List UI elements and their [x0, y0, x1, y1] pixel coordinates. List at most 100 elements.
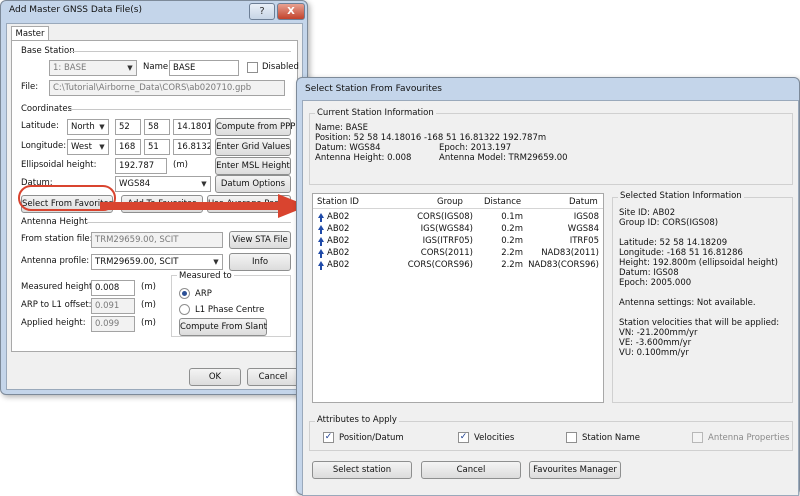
cell-datum: ITRF05	[569, 236, 599, 246]
datum-select[interactable]: WGS84 ▼	[115, 176, 211, 192]
table-row[interactable]: AB02 CORS(2011) 2.2m NAD83(2011)	[313, 247, 603, 259]
column-station-id[interactable]: Station ID	[317, 197, 359, 207]
l1-phase-centre-label: L1 Phase Centre	[195, 305, 265, 315]
table-row[interactable]: AB02 CORS(IGS08) 0.1m IGS08	[313, 211, 603, 223]
arp-to-l1-unit: (m)	[141, 300, 156, 310]
current-datum: Datum: WGS84	[315, 143, 381, 153]
current-antenna-height: Antenna Height: 0.008	[315, 153, 412, 163]
selected-datum: Datum: IGS08	[619, 268, 679, 278]
longitude-seconds-field[interactable]: 16.81322	[173, 139, 211, 155]
measured-to-label: Measured to	[177, 271, 234, 281]
chevron-down-icon: ▼	[99, 143, 105, 151]
disabled-checkbox[interactable]	[247, 62, 258, 73]
column-group[interactable]: Group	[437, 197, 463, 207]
tab-master[interactable]: Master	[11, 26, 49, 41]
table-row[interactable]: AB02 CORS(CORS96) 2.2m NAD83(CORS96)	[313, 259, 603, 271]
disabled-label: Disabled	[262, 62, 299, 72]
view-sta-file-button[interactable]: View STA File	[229, 231, 291, 249]
table-row[interactable]: AB02 IGS(ITRF05) 0.2m ITRF05	[313, 235, 603, 247]
latitude-seconds-field[interactable]: 14.18016	[173, 119, 211, 135]
cell-group: CORS(CORS96)	[407, 260, 473, 270]
measured-height-label: Measured height:	[21, 282, 96, 292]
column-datum[interactable]: Datum	[569, 197, 598, 207]
arp-radio[interactable]	[179, 288, 190, 299]
cell-group: CORS(2011)	[420, 248, 473, 258]
coordinates-divider	[69, 109, 291, 110]
longitude-label: Longitude:	[21, 141, 67, 151]
measured-height-unit: (m)	[141, 282, 156, 292]
velocities-checkbox[interactable]: ✓	[458, 432, 469, 443]
antenna-properties-label: Antenna Properties	[708, 433, 790, 443]
chevron-down-icon: ▼	[127, 64, 133, 72]
antenna-properties-checkbox[interactable]	[692, 432, 703, 443]
datum-options-button[interactable]: Datum Options	[215, 175, 291, 193]
longitude-degrees-field[interactable]: 168	[115, 139, 141, 155]
cancel-button[interactable]: Cancel	[247, 368, 299, 386]
applied-height-field[interactable]: 0.099	[91, 316, 135, 332]
cell-datum: NAD83(CORS96)	[528, 260, 599, 270]
l1-phase-centre-radio[interactable]	[179, 304, 190, 315]
coordinates-label: Coordinates	[21, 104, 73, 114]
favourites-manager-button[interactable]: Favourites Manager	[529, 461, 621, 479]
longitude-minutes-field[interactable]: 51	[144, 139, 170, 155]
cell-group: IGS(WGS84)	[420, 224, 473, 234]
from-station-file-field[interactable]: TRM29659.00, SCIT	[91, 232, 223, 248]
station-select[interactable]: 1: BASE ▼	[49, 60, 137, 76]
measured-height-field[interactable]: 0.008	[91, 280, 135, 296]
antenna-profile-label: Antenna profile:	[21, 256, 90, 266]
current-epoch: Epoch: 2013.197	[439, 143, 512, 153]
cell-station-id: AB02	[327, 260, 350, 270]
latitude-minutes-field[interactable]: 58	[144, 119, 170, 135]
latitude-hemisphere-select[interactable]: North ▼	[67, 119, 109, 135]
cell-distance: 0.2m	[501, 224, 523, 234]
latitude-degrees-field[interactable]: 52	[115, 119, 141, 135]
selected-station-label: Selected Station Information	[618, 191, 744, 201]
compute-from-ppp-button[interactable]: Compute from PPP	[215, 118, 295, 136]
table-row[interactable]: AB02 IGS(WGS84) 0.2m WGS84	[313, 223, 603, 235]
cell-distance: 0.1m	[501, 212, 523, 222]
cell-datum: NAD83(2011)	[541, 248, 599, 258]
cell-distance: 2.2m	[501, 248, 523, 258]
cell-station-id: AB02	[327, 224, 350, 234]
position-datum-checkbox[interactable]: ✓	[323, 432, 334, 443]
compute-from-slant-button[interactable]: Compute From Slant	[179, 318, 267, 336]
select-station-button[interactable]: Select station	[312, 461, 412, 479]
position-datum-label: Position/Datum	[339, 433, 404, 443]
selected-vu: VU: 0.100mm/yr	[619, 348, 689, 358]
info-button[interactable]: Info	[229, 253, 291, 271]
ellipsoidal-height-field[interactable]: 192.787	[115, 158, 167, 174]
name-field[interactable]: BASE	[169, 60, 239, 76]
ellipsoidal-unit: (m)	[173, 160, 188, 170]
cell-distance: 0.2m	[501, 236, 523, 246]
cancel-button[interactable]: Cancel	[421, 461, 521, 479]
enter-grid-values-button[interactable]: Enter Grid Values	[215, 138, 291, 156]
antenna-profile-select[interactable]: TRM29659.00, SCIT ▼	[91, 254, 223, 270]
help-button[interactable]: ?	[249, 3, 275, 20]
close-button[interactable]: X	[277, 3, 305, 20]
applied-height-label: Applied height:	[21, 318, 86, 328]
longitude-hemisphere-select[interactable]: West ▼	[67, 139, 109, 155]
ok-button[interactable]: OK	[189, 368, 241, 386]
current-name: Name: BASE	[315, 123, 369, 133]
antenna-height-label: Antenna Height	[21, 217, 88, 227]
file-field[interactable]: C:\Tutorial\Airborne_Data\CORS\ab020710.…	[49, 80, 285, 96]
selected-group-id: Group ID: CORS(IGS08)	[619, 218, 719, 228]
pointer-arrow-icon	[100, 194, 308, 218]
selected-antenna-settings: Antenna settings: Not available.	[619, 298, 756, 308]
ellipsoidal-height-label: Ellipsoidal height:	[21, 160, 97, 170]
arp-to-l1-label: ARP to L1 offset:	[21, 300, 92, 310]
arp-to-l1-field[interactable]: 0.091	[91, 298, 135, 314]
column-distance[interactable]: Distance	[484, 197, 521, 207]
applied-height-unit: (m)	[141, 318, 156, 328]
selected-longitude: Longitude: -168 51 16.81286	[619, 248, 743, 258]
enter-msl-height-button[interactable]: Enter MSL Height	[215, 157, 291, 175]
station-name-checkbox[interactable]	[566, 432, 577, 443]
selected-height: Height: 192.800m (ellipsoidal height)	[619, 258, 778, 268]
selected-epoch: Epoch: 2005.000	[619, 278, 692, 288]
station-name-label: Station Name	[582, 433, 640, 443]
cell-station-id: AB02	[327, 212, 350, 222]
cell-distance: 2.2m	[501, 260, 523, 270]
master-dialog-title: Add Master GNSS Data File(s)	[9, 5, 142, 15]
selected-vn: VN: -21.200mm/yr	[619, 328, 698, 338]
file-label: File:	[21, 82, 39, 92]
